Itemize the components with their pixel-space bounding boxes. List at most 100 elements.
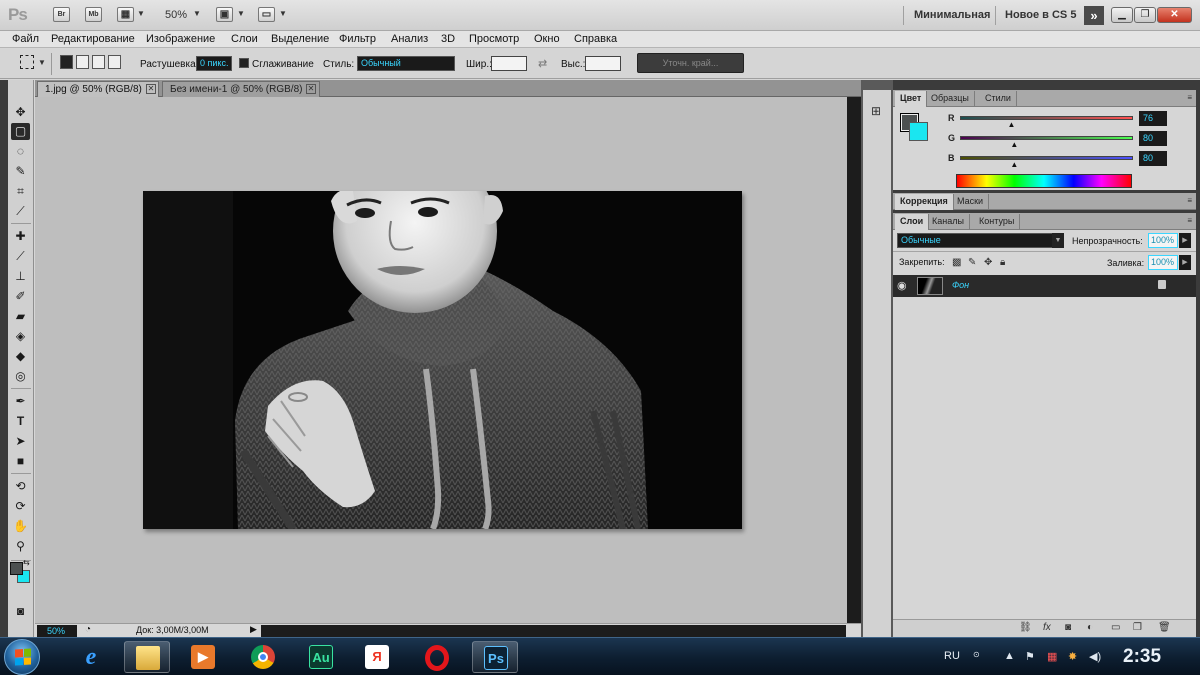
action-center-flag-icon[interactable]: ⚑ xyxy=(1025,650,1035,663)
taskbar-audition[interactable]: Au xyxy=(298,641,344,673)
type-tool-icon[interactable]: T xyxy=(11,413,30,430)
spot-healing-tool-icon[interactable]: ✚ xyxy=(11,228,30,245)
brush-tool-icon[interactable]: ⟋ xyxy=(11,248,30,265)
arrange-dropdown-icon[interactable]: ▼ xyxy=(237,9,245,18)
layer-visibility-eye-icon[interactable]: ◉ xyxy=(897,279,907,292)
taskbar-yandex[interactable]: Я xyxy=(354,641,400,673)
blend-mode-select[interactable]: Обычные xyxy=(897,233,1053,248)
rectangle-tool-icon[interactable]: ■ xyxy=(11,453,30,470)
fill-dropdown-icon[interactable]: ▶ xyxy=(1179,255,1191,270)
layer-row-background[interactable]: ◉ Фон xyxy=(893,275,1196,297)
history-brush-tool-icon[interactable]: ✐ xyxy=(11,288,30,305)
height-input[interactable] xyxy=(585,56,621,71)
layer-style-fx-icon[interactable]: fx xyxy=(1043,622,1051,633)
tab-color[interactable]: Цвет xyxy=(895,91,928,107)
panel-menu-icon[interactable]: ≡ xyxy=(1187,93,1192,102)
status-icon[interactable]: ◔ xyxy=(85,624,91,635)
document-image[interactable] xyxy=(143,191,742,529)
launch-bridge-button[interactable]: Br xyxy=(53,7,70,22)
new-group-icon[interactable]: ▭ xyxy=(1111,622,1120,633)
menu-edit[interactable]: Редактирование xyxy=(51,33,135,45)
new-layer-icon[interactable]: ❐ xyxy=(1133,622,1142,633)
move-tool-icon[interactable]: ✥ xyxy=(11,104,30,121)
close-icon[interactable]: ✕ xyxy=(1157,7,1192,23)
more-workspaces-icon[interactable]: » xyxy=(1084,6,1104,25)
lock-all-icon[interactable]: 🔒︎ xyxy=(1000,257,1005,268)
3d-orbit-tool-icon[interactable]: ⟳ xyxy=(11,498,30,515)
quick-mask-icon[interactable]: ◙ xyxy=(11,603,30,620)
taskbar-internet-explorer[interactable]: e xyxy=(68,641,114,673)
clock[interactable]: 2:35 xyxy=(1123,646,1161,668)
language-indicator[interactable]: RU xyxy=(944,650,960,662)
marquee-preset-icon[interactable] xyxy=(20,55,34,69)
eyedropper-tool-icon[interactable]: ⟋ xyxy=(11,203,30,220)
workspace-new-in-cs5[interactable]: Новое в CS 5 xyxy=(1005,9,1076,21)
close-tab-icon[interactable]: ✕ xyxy=(306,84,316,94)
intersect-selection-icon[interactable] xyxy=(108,55,121,69)
panel-collapse-bar[interactable] xyxy=(893,80,1196,90)
lock-position-icon[interactable]: ✥ xyxy=(984,257,992,268)
subtract-selection-icon[interactable] xyxy=(92,55,105,69)
crop-tool-icon[interactable]: ⌗ xyxy=(11,183,30,200)
tab-styles[interactable]: Стили xyxy=(980,91,1017,107)
screen-mode-button[interactable]: ▭ xyxy=(258,7,275,22)
path-selection-tool-icon[interactable]: ➤ xyxy=(11,433,30,450)
workspace-essentials[interactable]: Минимальная xyxy=(914,9,990,21)
add-to-selection-icon[interactable] xyxy=(76,55,89,69)
zoom-level[interactable]: 50% xyxy=(165,9,187,21)
blue-slider-knob[interactable]: ▲ xyxy=(1010,160,1018,169)
tab-adjustments[interactable]: Коррекция xyxy=(895,194,954,210)
lock-transparent-pixels-icon[interactable]: ▩ xyxy=(952,257,961,268)
arrange-documents-button[interactable]: ▣ xyxy=(216,7,233,22)
menu-view[interactable]: Просмотр xyxy=(469,33,519,45)
taskbar-explorer[interactable] xyxy=(124,641,170,673)
color-spectrum-ramp[interactable] xyxy=(956,174,1132,188)
menu-select[interactable]: Выделение xyxy=(271,33,329,45)
blend-mode-dropdown-icon[interactable]: ▼ xyxy=(1052,233,1064,248)
delete-layer-icon[interactable]: 🗑︎ xyxy=(1158,622,1171,633)
panel-menu-icon[interactable]: ≡ xyxy=(1187,216,1192,225)
launch-mini-bridge-button[interactable]: Mb xyxy=(85,7,102,22)
color-panel-background-swatch[interactable] xyxy=(909,122,928,141)
tab-channels[interactable]: Каналы xyxy=(927,214,970,230)
lock-image-pixels-icon[interactable]: ✎ xyxy=(968,257,976,268)
green-value-input[interactable]: 80 xyxy=(1139,131,1167,146)
clone-stamp-tool-icon[interactable]: ⊥ xyxy=(11,268,30,285)
hand-tool-icon[interactable]: ✋ xyxy=(11,518,30,535)
view-extras-dropdown-icon[interactable]: ▼ xyxy=(137,9,145,18)
minimize-icon[interactable]: ▁ xyxy=(1111,7,1133,23)
view-extras-button[interactable]: ▦ xyxy=(117,7,134,22)
volume-icon[interactable]: ◀) xyxy=(1089,650,1101,663)
rectangular-marquee-tool-icon[interactable]: ▢ xyxy=(11,123,30,140)
language-options-icon[interactable]: ⊙ xyxy=(973,650,980,659)
menu-help[interactable]: Справка xyxy=(574,33,617,45)
horizontal-scrollbar[interactable] xyxy=(261,625,846,637)
new-adjustment-layer-icon[interactable]: ◐ xyxy=(1087,622,1093,633)
eraser-tool-icon[interactable]: ▰ xyxy=(11,308,30,325)
menu-window[interactable]: Окно xyxy=(534,33,560,45)
menu-image[interactable]: Изображение xyxy=(146,33,215,45)
zoom-dropdown-icon[interactable]: ▼ xyxy=(193,9,201,18)
swap-colors-icon[interactable]: ⇆ xyxy=(23,558,30,567)
panel-menu-icon[interactable]: ≡ xyxy=(1187,196,1192,205)
lasso-tool-icon[interactable]: ◌ xyxy=(11,143,30,160)
tab-paths[interactable]: Контуры xyxy=(974,214,1021,230)
add-mask-icon[interactable]: ◙ xyxy=(1065,622,1071,633)
tab-masks[interactable]: Маски xyxy=(952,194,990,210)
screen-mode-dropdown-icon[interactable]: ▼ xyxy=(279,9,287,18)
link-layers-icon[interactable]: ⛓ xyxy=(1019,622,1032,633)
menu-filter[interactable]: Фильтр xyxy=(339,33,376,45)
width-input[interactable] xyxy=(491,56,527,71)
tab-1-jpg[interactable]: 1.jpg @ 50% (RGB/8) ✕ xyxy=(37,81,159,97)
3d-rotate-tool-icon[interactable]: ⟲ xyxy=(11,478,30,495)
taskbar-photoshop[interactable]: Ps xyxy=(472,641,518,673)
blur-tool-icon[interactable]: ◆ xyxy=(11,348,30,365)
zoom-tool-icon[interactable]: ⚲ xyxy=(11,538,30,555)
tab-untitled-1[interactable]: Без имени-1 @ 50% (RGB/8) ✕ xyxy=(162,81,320,97)
refine-edge-button[interactable]: Уточн. край... xyxy=(637,53,744,73)
blue-slider[interactable] xyxy=(960,156,1133,160)
green-slider-knob[interactable]: ▲ xyxy=(1010,140,1018,149)
antialias-checkbox[interactable] xyxy=(239,58,249,68)
menu-layer[interactable]: Слои xyxy=(231,33,258,45)
opacity-input[interactable]: 100% xyxy=(1148,233,1178,248)
